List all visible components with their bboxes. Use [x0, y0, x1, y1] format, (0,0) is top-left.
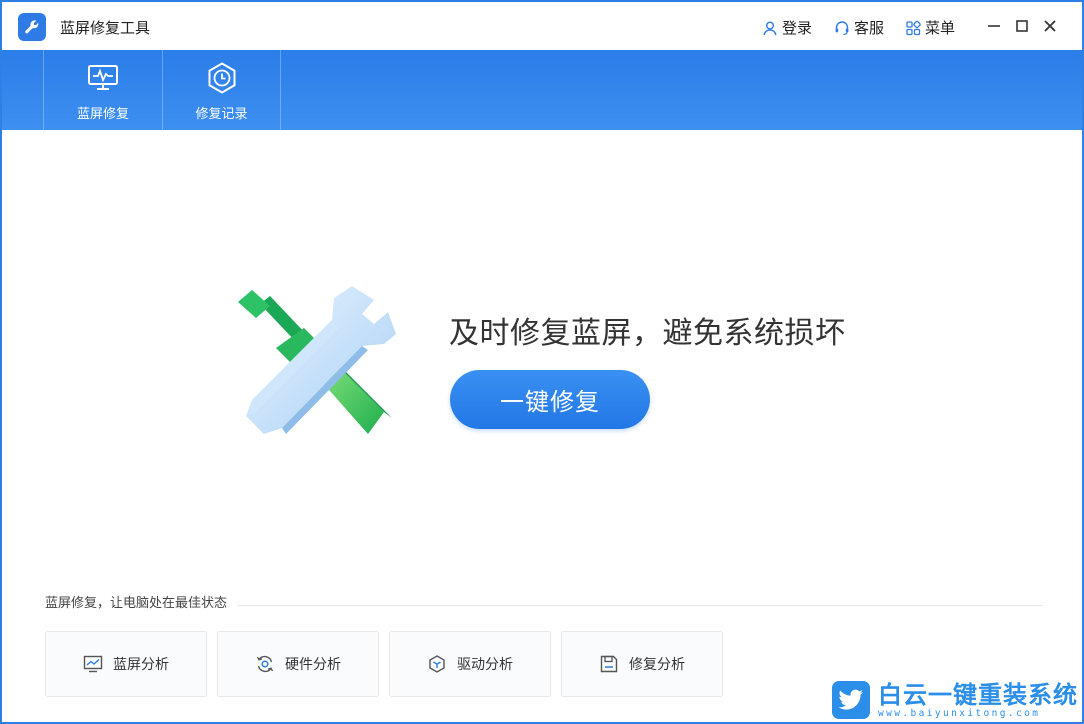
watermark-text: 白云一键重装系统 [878, 680, 1078, 709]
minimize-button[interactable] [982, 14, 1006, 38]
close-button[interactable] [1038, 14, 1062, 38]
maximize-button[interactable] [1010, 14, 1034, 38]
section-divider [238, 605, 1043, 606]
nav-bar: 蓝屏修复 修复记录 [2, 50, 1082, 130]
user-icon [763, 21, 777, 35]
tab-repair-history[interactable]: 修复记录 [162, 50, 281, 130]
menu-label: 菜单 [925, 19, 956, 37]
monitor-pulse-icon [87, 62, 119, 94]
card-label: 硬件分析 [285, 657, 341, 673]
login-button[interactable]: 登录 [762, 17, 812, 38]
tab-label: 修复记录 [195, 107, 248, 122]
hero-title: 及时修复蓝屏，避免系统损坏 [449, 316, 846, 351]
menu-button[interactable]: 菜单 [905, 17, 955, 38]
wrench-logo-icon [18, 13, 46, 41]
close-icon [1044, 20, 1056, 32]
watermark-url: www.baiyunxitong.com [878, 707, 1041, 719]
maximize-icon [1016, 20, 1028, 32]
one-click-repair-button[interactable]: 一键修复 [450, 370, 650, 429]
service-label: 客服 [854, 19, 885, 37]
tab-bluescreen-repair[interactable]: 蓝屏修复 [43, 50, 162, 130]
card-repair-analysis[interactable]: 修复分析 [561, 631, 723, 697]
card-driver-analysis[interactable]: 驱动分析 [389, 631, 551, 697]
wrench-screwdriver-illustration [238, 286, 396, 434]
card-label: 修复分析 [629, 657, 685, 673]
refresh-gear-icon [255, 654, 275, 674]
minimize-icon [988, 25, 1000, 27]
card-label: 蓝屏分析 [113, 657, 169, 673]
app-window: 蓝屏修复工具 登录 客服 菜单 蓝屏修复 修复记录 及时修复蓝屏，避免系统损坏 … [0, 0, 1084, 724]
section-title: 蓝屏修复，让电脑处在最佳状态 [45, 596, 228, 611]
app-title: 蓝屏修复工具 [60, 19, 151, 37]
card-bluescreen-analysis[interactable]: 蓝屏分析 [45, 631, 207, 697]
grid-menu-icon [906, 20, 921, 35]
title-bar: 蓝屏修复工具 登录 客服 菜单 [2, 2, 1082, 50]
save-disk-icon [599, 654, 619, 674]
watermark: 白云一键重装系统 www.baiyunxitong.com [832, 680, 1078, 720]
service-button[interactable]: 客服 [834, 17, 884, 38]
headset-icon [835, 20, 849, 35]
twitter-bird-icon [832, 681, 870, 719]
login-label: 登录 [782, 19, 813, 37]
cube-icon [427, 654, 447, 674]
card-label: 驱动分析 [457, 657, 513, 673]
chart-monitor-icon [83, 654, 103, 674]
tab-label: 蓝屏修复 [76, 107, 129, 122]
card-hardware-analysis[interactable]: 硬件分析 [217, 631, 379, 697]
clock-hexagon-icon [206, 62, 238, 94]
